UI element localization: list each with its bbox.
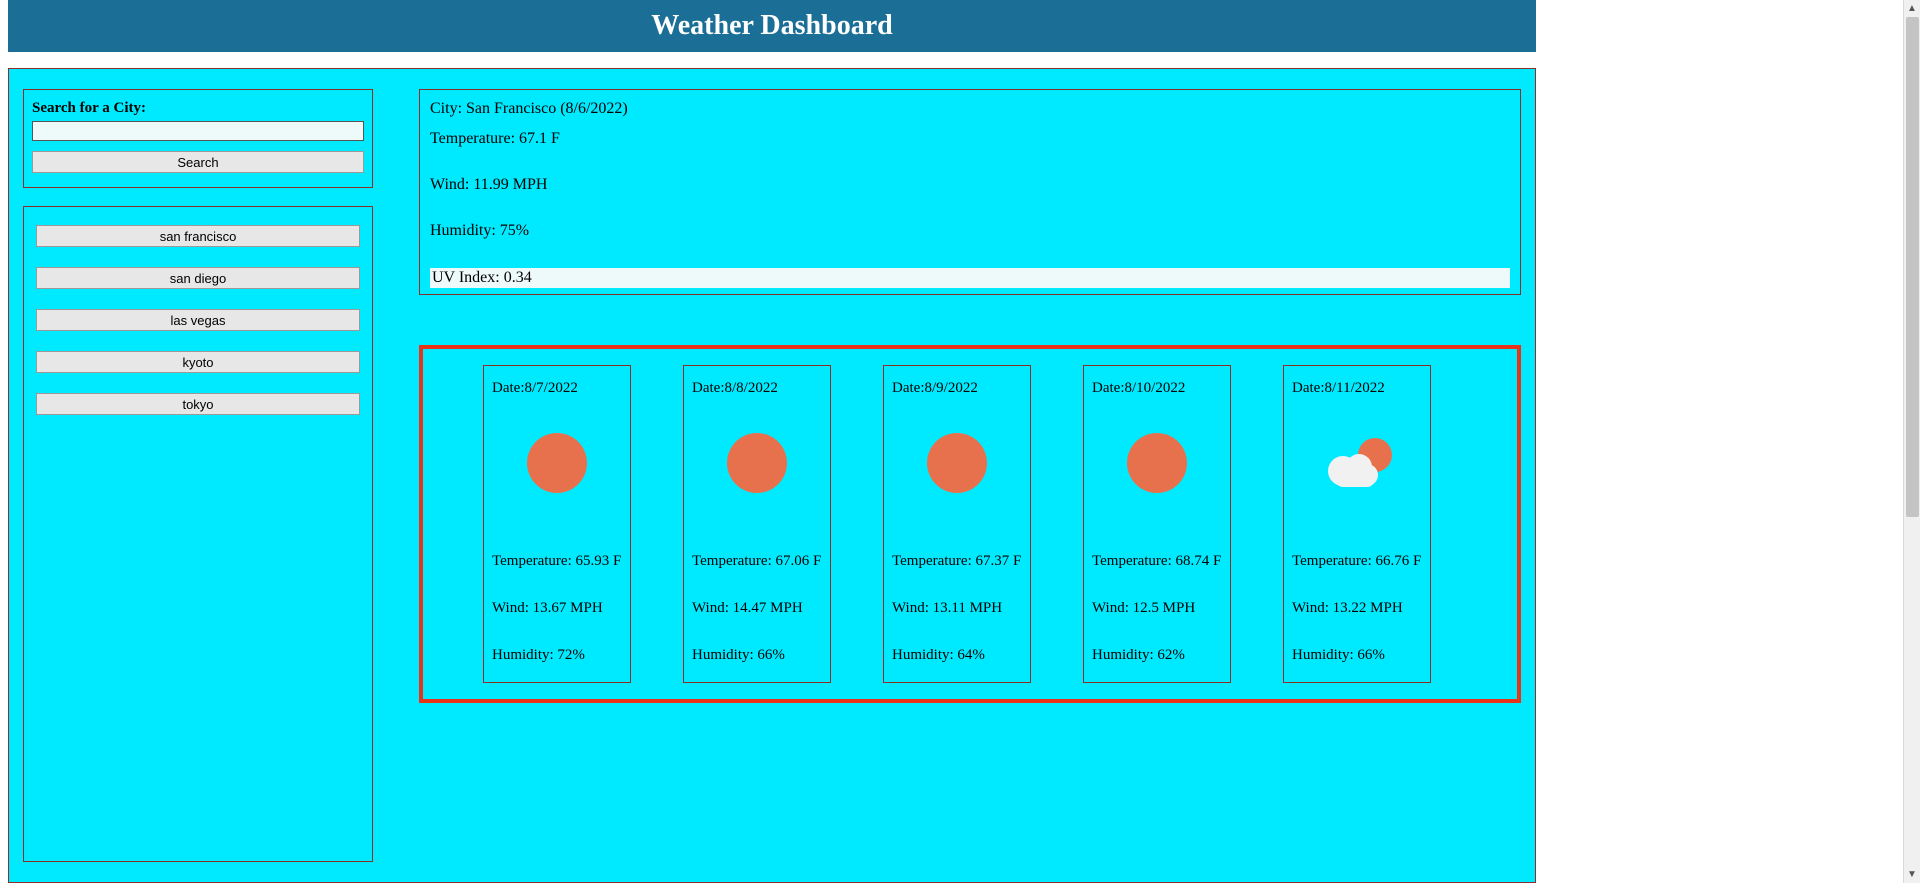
current-humidity: Humidity: 75% [430, 222, 1510, 240]
history-item-2[interactable]: las vegas [36, 309, 360, 331]
page-title: Weather Dashboard [651, 10, 892, 42]
forecast-humidity: Humidity: 62% [1092, 647, 1222, 664]
history-item-4[interactable]: tokyo [36, 393, 360, 415]
forecast-date: Date:8/9/2022 [892, 380, 1022, 397]
forecast-wind: Wind: 13.11 MPH [892, 600, 1022, 617]
forecast-wind: Wind: 12.5 MPH [1092, 600, 1222, 617]
forecast-date: Date:8/7/2022 [492, 380, 622, 397]
current-city: City: San Francisco (8/6/2022) [430, 100, 1510, 118]
search-label: Search for a City: [32, 100, 364, 117]
forecast-temp: Temperature: 67.37 F [892, 553, 1022, 570]
forecast-humidity: Humidity: 64% [892, 647, 1022, 664]
left-column: Search for a City: Search san francisco … [23, 89, 373, 862]
forecast-card: Date:8/8/2022 Temperature: 67.06 F Wind:… [683, 365, 831, 683]
scroll-thumb[interactable] [1906, 17, 1919, 517]
history-item-1[interactable]: san diego [36, 267, 360, 289]
forecast-humidity: Humidity: 66% [1292, 647, 1422, 664]
forecast-wind: Wind: 13.22 MPH [1292, 600, 1422, 617]
forecast-wind: Wind: 14.47 MPH [692, 600, 822, 617]
forecast-humidity: Humidity: 72% [492, 647, 622, 664]
main-content: Search for a City: Search san francisco … [8, 68, 1536, 883]
forecast-panel: Date:8/7/2022 Temperature: 65.93 F Wind:… [419, 345, 1521, 703]
current-temp: Temperature: 67.1 F [430, 130, 1510, 148]
current-wind: Wind: 11.99 MPH [430, 176, 1510, 194]
history-item-3[interactable]: kyoto [36, 351, 360, 373]
forecast-card: Date:8/10/2022 Temperature: 68.74 F Wind… [1083, 365, 1231, 683]
sun-icon [1092, 413, 1222, 513]
forecast-temp: Temperature: 67.06 F [692, 553, 822, 570]
forecast-humidity: Humidity: 66% [692, 647, 822, 664]
current-weather-panel: City: San Francisco (8/6/2022) Temperatu… [419, 89, 1521, 295]
sun-icon [892, 413, 1022, 513]
scroll-up-icon[interactable]: ▲ [1904, 0, 1920, 17]
history-panel: san francisco san diego las vegas kyoto … [23, 206, 373, 862]
search-panel: Search for a City: Search [23, 89, 373, 188]
search-button[interactable]: Search [32, 151, 364, 173]
forecast-card: Date:8/11/2022 Temperature: 6 [1283, 365, 1431, 683]
forecast-card: Date:8/7/2022 Temperature: 65.93 F Wind:… [483, 365, 631, 683]
sun-icon [692, 413, 822, 513]
forecast-card: Date:8/9/2022 Temperature: 67.37 F Wind:… [883, 365, 1031, 683]
forecast-date: Date:8/8/2022 [692, 380, 822, 397]
scroll-track[interactable] [1904, 17, 1920, 866]
search-input[interactable] [32, 121, 364, 141]
forecast-temp: Temperature: 68.74 F [1092, 553, 1222, 570]
partly-cloudy-icon [1292, 413, 1422, 513]
forecast-temp: Temperature: 66.76 F [1292, 553, 1422, 570]
forecast-wind: Wind: 13.67 MPH [492, 600, 622, 617]
page-header: Weather Dashboard [8, 0, 1536, 52]
right-column: City: San Francisco (8/6/2022) Temperatu… [419, 89, 1521, 862]
forecast-temp: Temperature: 65.93 F [492, 553, 622, 570]
vertical-scrollbar[interactable]: ▲ ▼ [1903, 0, 1920, 883]
scroll-down-icon[interactable]: ▼ [1904, 866, 1920, 883]
history-item-0[interactable]: san francisco [36, 225, 360, 247]
current-uv: UV Index: 0.34 [430, 268, 1510, 288]
sun-icon [492, 413, 622, 513]
forecast-date: Date:8/10/2022 [1092, 380, 1222, 397]
forecast-date: Date:8/11/2022 [1292, 380, 1422, 397]
